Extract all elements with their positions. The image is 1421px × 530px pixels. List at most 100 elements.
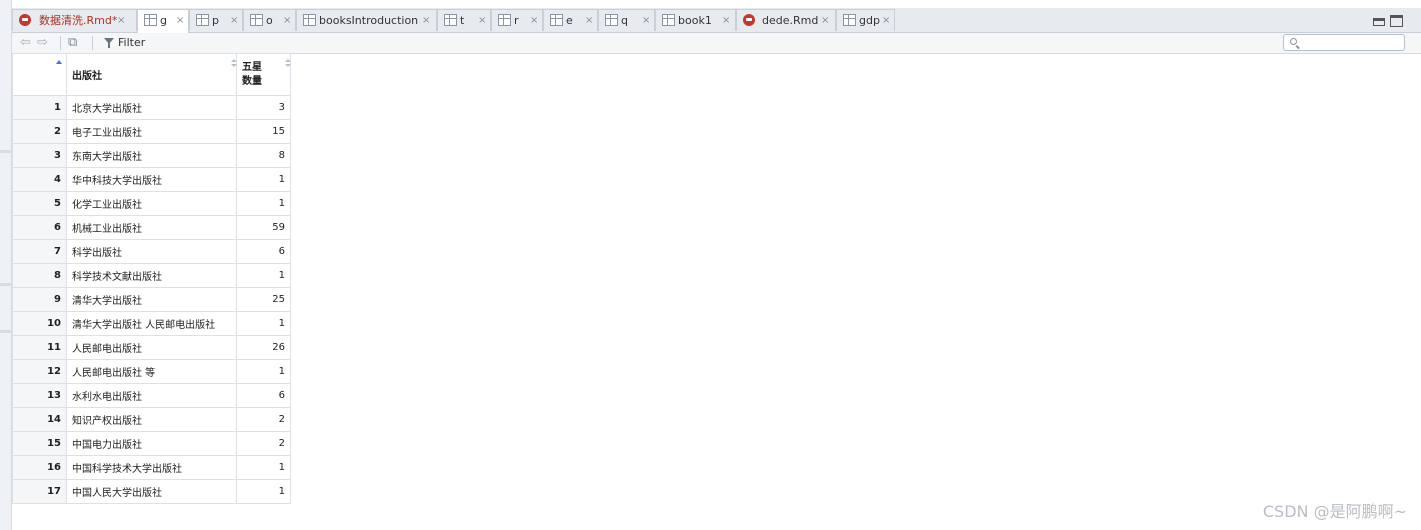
tab-label: dede.Rmd: [762, 14, 819, 27]
tab-12[interactable]: gdp ×: [836, 9, 895, 31]
publisher-cell: 科学出版社: [66, 239, 237, 264]
tab-3[interactable]: p ×: [189, 9, 243, 31]
publisher-cell: 中国人民大学出版社: [66, 479, 237, 504]
tab-10[interactable]: book1 ×: [655, 9, 736, 31]
tab-6[interactable]: t ×: [437, 9, 491, 31]
close-icon[interactable]: ×: [478, 10, 486, 31]
tab-label: e: [566, 14, 573, 27]
count-cell: 15: [236, 119, 291, 144]
row-index-header[interactable]: [12, 53, 67, 96]
back-arrow-icon[interactable]: ⇦: [20, 36, 31, 50]
column-header-label: 出版社: [72, 71, 102, 82]
editor-tab-bar: 数据清洗.Rmd* × g × p × o × booksIntroduction × t × r × e ×…: [12, 8, 1421, 33]
close-icon[interactable]: ×: [530, 10, 538, 31]
row-number: 13: [12, 383, 67, 408]
close-icon[interactable]: ×: [882, 10, 890, 31]
table-row: 6 机械工业出版社 59: [12, 215, 291, 240]
close-icon[interactable]: ×: [585, 10, 593, 31]
table-row: 13 水利水电出版社 6: [12, 383, 291, 408]
row-number: 8: [12, 263, 67, 288]
row-number: 4: [12, 167, 67, 192]
grid-icon: [303, 14, 316, 26]
table-row: 17 中国人民大学出版社 1: [12, 479, 291, 504]
publisher-cell: 科学技术文献出版社: [66, 263, 237, 288]
maximize-pane-icon[interactable]: [1390, 15, 1403, 27]
grid-icon: [550, 14, 563, 26]
tab-label: t: [460, 14, 465, 27]
close-icon[interactable]: ×: [230, 10, 238, 31]
count-cell: 1: [236, 455, 291, 480]
table-row: 15 中国电力出版社 2: [12, 431, 291, 456]
tab-4[interactable]: o ×: [243, 9, 296, 31]
table-row: 10 清华大学出版社 人民邮电出版社 1: [12, 311, 291, 336]
column-header-five-star-count[interactable]: 五星 数量: [236, 53, 291, 96]
close-icon[interactable]: ×: [422, 10, 430, 31]
table-row: 16 中国科学技术大学出版社 1: [12, 455, 291, 480]
publisher-cell: 水利水电出版社: [66, 383, 237, 408]
grid-icon: [605, 14, 618, 26]
count-cell: 1: [236, 263, 291, 288]
forward-arrow-icon[interactable]: ⇨: [37, 36, 48, 50]
publisher-cell: 清华大学出版社 人民邮电出版社: [66, 311, 237, 336]
tab-1[interactable]: 数据清洗.Rmd* ×: [12, 9, 137, 31]
tab-label: r: [514, 14, 519, 27]
left-pane-edge: [0, 0, 12, 530]
tab-label: gdp: [859, 14, 880, 27]
tab-label: 数据清洗.Rmd*: [39, 14, 118, 27]
search-icon: [1290, 38, 1297, 45]
row-number: 16: [12, 455, 67, 480]
row-number: 5: [12, 191, 67, 216]
tab-7[interactable]: r ×: [491, 9, 543, 31]
count-cell: 26: [236, 335, 291, 360]
tab-2[interactable]: g ×: [137, 9, 189, 33]
tab-11[interactable]: dede.Rmd ×: [736, 9, 836, 31]
table-row: 5 化学工业出版社 1: [12, 191, 291, 216]
filter-button[interactable]: Filter: [118, 36, 145, 50]
count-cell: 8: [236, 143, 291, 168]
publisher-cell: 人民邮电出版社: [66, 335, 237, 360]
row-number: 10: [12, 311, 67, 336]
count-cell: 1: [236, 311, 291, 336]
grid-icon: [144, 14, 157, 26]
publisher-cell: 东南大学出版社: [66, 143, 237, 168]
row-number: 11: [12, 335, 67, 360]
publisher-cell: 中国科学技术大学出版社: [66, 455, 237, 480]
tab-9[interactable]: q ×: [598, 9, 655, 31]
close-icon[interactable]: ×: [722, 10, 730, 31]
count-cell: 3: [236, 95, 291, 120]
close-icon[interactable]: ×: [821, 10, 829, 31]
tab-5[interactable]: booksIntroduction ×: [296, 9, 437, 31]
tab-8[interactable]: e ×: [543, 9, 598, 31]
close-icon[interactable]: ×: [117, 10, 125, 31]
tab-label: booksIntroduction: [319, 14, 419, 27]
close-icon[interactable]: ×: [283, 10, 291, 31]
publisher-cell: 北京大学出版社: [66, 95, 237, 120]
tab-label: o: [266, 14, 273, 27]
toolbar-separator: [92, 36, 93, 50]
table-header-row: 出版社 五星 数量: [12, 53, 291, 96]
data-table: 出版社 五星 数量 1 北京大学出版社 3 2 电子工业出版社 15 3 东南大学出版社 8 4 华…: [12, 53, 291, 504]
grid-icon: [196, 14, 209, 26]
viewer-toolbar: ⇦ ⇨ ⧉ Filter: [12, 33, 1421, 54]
close-icon[interactable]: ×: [642, 10, 650, 31]
close-icon[interactable]: ×: [176, 10, 184, 31]
tab-label: q: [621, 14, 628, 27]
rmd-icon: [19, 14, 31, 26]
table-row: 12 人民邮电出版社 等1: [12, 359, 291, 384]
count-cell: 25: [236, 287, 291, 312]
grid-icon: [662, 14, 675, 26]
table-row: 2 电子工业出版社 15: [12, 119, 291, 144]
search-input[interactable]: [1283, 34, 1405, 51]
row-number: 14: [12, 407, 67, 432]
publisher-cell: 清华大学出版社: [66, 287, 237, 312]
count-cell: 6: [236, 383, 291, 408]
publisher-cell: 化学工业出版社: [66, 191, 237, 216]
filter-icon[interactable]: [104, 38, 114, 48]
row-number: 17: [12, 479, 67, 504]
column-header-publisher[interactable]: 出版社: [66, 53, 237, 96]
popout-window-icon[interactable]: ⧉: [68, 36, 77, 50]
row-number: 1: [12, 95, 67, 120]
minimize-pane-icon[interactable]: [1373, 18, 1385, 26]
publisher-cell: 中国电力出版社: [66, 431, 237, 456]
tab-label: g: [160, 14, 167, 27]
